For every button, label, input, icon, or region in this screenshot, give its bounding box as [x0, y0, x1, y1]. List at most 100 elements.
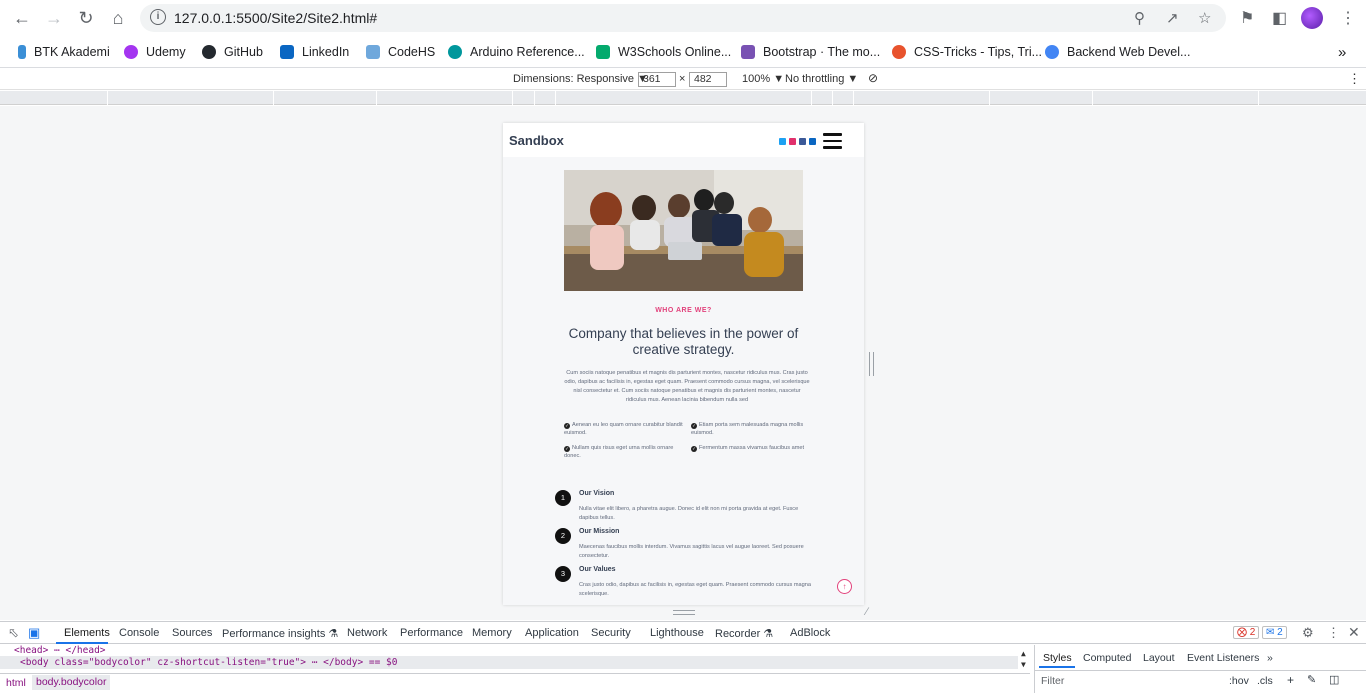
- bookmark-css-tricks[interactable]: CSS-Tricks - Tips, Tri...: [892, 42, 1042, 62]
- scroll-down-icon[interactable]: ▼: [1021, 660, 1026, 669]
- instagram-icon[interactable]: [789, 138, 796, 145]
- tab-performance[interactable]: Performance: [400, 627, 463, 639]
- forward-arrow-icon[interactable]: →: [42, 6, 66, 30]
- zoom-icon[interactable]: ⚲: [1134, 9, 1145, 27]
- error-count-badge[interactable]: ⨂ 2: [1233, 626, 1260, 639]
- step-title: Our Vision: [579, 490, 615, 497]
- twitter-icon[interactable]: [779, 138, 786, 145]
- scroll-to-top-button[interactable]: ↑: [837, 579, 852, 594]
- zoom-dropdown[interactable]: 100% ▼: [742, 73, 784, 85]
- scroll-up-icon[interactable]: ▲: [1021, 649, 1026, 658]
- bookmark-linkedin[interactable]: LinkedIn: [280, 42, 349, 62]
- tab-layout[interactable]: Layout: [1143, 652, 1175, 664]
- device-menu-icon[interactable]: ⋮: [1348, 71, 1361, 87]
- bookmark-arduino[interactable]: Arduino Reference...: [448, 42, 585, 62]
- height-input[interactable]: 482: [689, 72, 727, 87]
- linkedin-social-icon[interactable]: [809, 138, 816, 145]
- ruler-tick: [376, 91, 377, 105]
- filter-input[interactable]: Filter: [1041, 675, 1064, 687]
- tab-console[interactable]: Console: [119, 627, 159, 639]
- breadcrumb-body[interactable]: body.bodycolor: [32, 675, 111, 690]
- section-eyebrow: WHO ARE WE?: [655, 307, 712, 314]
- side-panel-icon[interactable]: ◧: [1272, 8, 1287, 28]
- throttling-dropdown[interactable]: No throttling ▼: [785, 73, 858, 85]
- tab-application[interactable]: Application: [525, 627, 579, 639]
- tab-network[interactable]: Network: [347, 627, 387, 639]
- menu-kebab-icon[interactable]: ⋮: [1340, 8, 1356, 28]
- list-item: ✓ Etiam porta sem malesuada magna mollis …: [691, 422, 804, 436]
- bookmark-codehs[interactable]: CodeHS: [366, 42, 435, 62]
- address-bar[interactable]: i 127.0.0.1:5500/Site2/Site2.html# ⚲ ↗ ☆: [140, 4, 1226, 32]
- back-arrow-icon[interactable]: ←: [10, 6, 34, 30]
- bookmark-github[interactable]: GitHub: [202, 42, 263, 62]
- profile-avatar[interactable]: [1301, 7, 1323, 29]
- resize-corner-icon[interactable]: ∕: [866, 606, 868, 618]
- settings-gear-icon[interactable]: ⚙: [1302, 625, 1314, 641]
- site-brand[interactable]: Sandbox: [509, 133, 564, 148]
- section-headline: Company that believes in the power of cr…: [568, 326, 799, 357]
- section-lead-text: Cum sociis natoque penatibus et magnis d…: [564, 370, 810, 403]
- message-count-badge[interactable]: ✉ 2: [1262, 626, 1287, 639]
- devtools-menu-icon[interactable]: ⋮: [1327, 625, 1340, 641]
- bootstrap-icon: [741, 45, 755, 59]
- list-item: ✓ Fermentum massa vivamus faucibus amet: [691, 445, 805, 452]
- dom-node-head[interactable]: <head> ⋯ </head>: [14, 645, 106, 656]
- message-icon: ✉: [1266, 627, 1275, 638]
- extensions-icon[interactable]: ⚑: [1240, 8, 1254, 28]
- breadcrumb: html body.bodycolor: [0, 673, 1030, 691]
- tab-sources[interactable]: Sources: [172, 627, 212, 639]
- breadcrumb-html[interactable]: html: [6, 677, 26, 689]
- resize-handle-bottom[interactable]: [673, 610, 695, 615]
- list-item: ✓ Aenean eu leo quam ornare curabitur bla…: [564, 422, 683, 436]
- share-icon[interactable]: ↗: [1166, 9, 1179, 27]
- tab-lighthouse[interactable]: Lighthouse: [650, 627, 704, 639]
- devtools-panel: ⬁ ▣ Elements Console Sources Performance…: [0, 621, 1366, 693]
- dom-node-body[interactable]: <body class="bodycolor" cz-shortcut-list…: [20, 657, 398, 668]
- hover-state-toggle[interactable]: :hov: [1229, 675, 1249, 687]
- add-rule-icon[interactable]: +: [1287, 673, 1294, 687]
- site-info-icon[interactable]: i: [150, 9, 166, 25]
- width-input[interactable]: 361: [638, 72, 676, 87]
- tab-adblock[interactable]: AdBlock: [790, 627, 830, 639]
- bookmark-star-icon[interactable]: ☆: [1198, 9, 1211, 27]
- rotate-icon[interactable]: ⊘: [868, 71, 878, 85]
- check-icon: ✓: [564, 446, 570, 452]
- ruler-tick: [107, 91, 108, 105]
- more-bookmarks-button[interactable]: »: [1338, 42, 1346, 62]
- device-toggle-icon[interactable]: ▣: [28, 625, 40, 641]
- tab-styles[interactable]: Styles: [1043, 652, 1072, 664]
- bookmark-udemy[interactable]: Udemy: [124, 42, 186, 62]
- class-toggle[interactable]: .cls: [1257, 675, 1273, 687]
- dimensions-dropdown[interactable]: Dimensions: Responsive ▼: [513, 73, 648, 85]
- tab-memory[interactable]: Memory: [472, 627, 512, 639]
- bookmark-btk-akademi[interactable]: BTK Akademi: [18, 42, 110, 62]
- tab-elements[interactable]: Elements: [64, 627, 110, 639]
- more-tabs-button[interactable]: »: [1267, 652, 1273, 664]
- computed-sidebar-icon[interactable]: ◫: [1329, 673, 1339, 686]
- tab-computed[interactable]: Computed: [1083, 652, 1131, 664]
- tab-recorder[interactable]: Recorder ⚗: [715, 627, 773, 640]
- paint-brush-icon[interactable]: ✎: [1307, 673, 1316, 686]
- media-query-ruler[interactable]: [0, 91, 1366, 105]
- hamburger-menu-icon[interactable]: [823, 133, 842, 149]
- bookmark-w3schools[interactable]: W3Schools Online...: [596, 42, 731, 62]
- step-title: Our Mission: [579, 528, 620, 535]
- inspect-element-icon[interactable]: ⬁: [8, 625, 19, 641]
- active-style-tab-indicator: [1039, 666, 1075, 668]
- step-title: Our Values: [579, 566, 616, 573]
- bookmark-bootstrap[interactable]: Bootstrap · The mo...: [741, 42, 880, 62]
- ruler-tick: [273, 91, 274, 105]
- resize-handle-right[interactable]: [869, 352, 874, 376]
- facebook-icon[interactable]: [799, 138, 806, 145]
- times-sign: ×: [679, 73, 686, 85]
- tab-event-listeners[interactable]: Event Listeners: [1187, 652, 1259, 664]
- url-text[interactable]: 127.0.0.1:5500/Site2/Site2.html#: [174, 10, 377, 26]
- home-icon[interactable]: ⌂: [106, 6, 130, 30]
- ruler-tick: [853, 91, 854, 105]
- reload-icon[interactable]: ↻: [74, 6, 98, 30]
- team-photo: [564, 170, 803, 291]
- tab-performance-insights[interactable]: Performance insights ⚗: [222, 627, 338, 640]
- tab-security[interactable]: Security: [591, 627, 631, 639]
- close-icon[interactable]: ✕: [1348, 624, 1360, 641]
- bookmark-backend[interactable]: Backend Web Devel...: [1045, 42, 1190, 62]
